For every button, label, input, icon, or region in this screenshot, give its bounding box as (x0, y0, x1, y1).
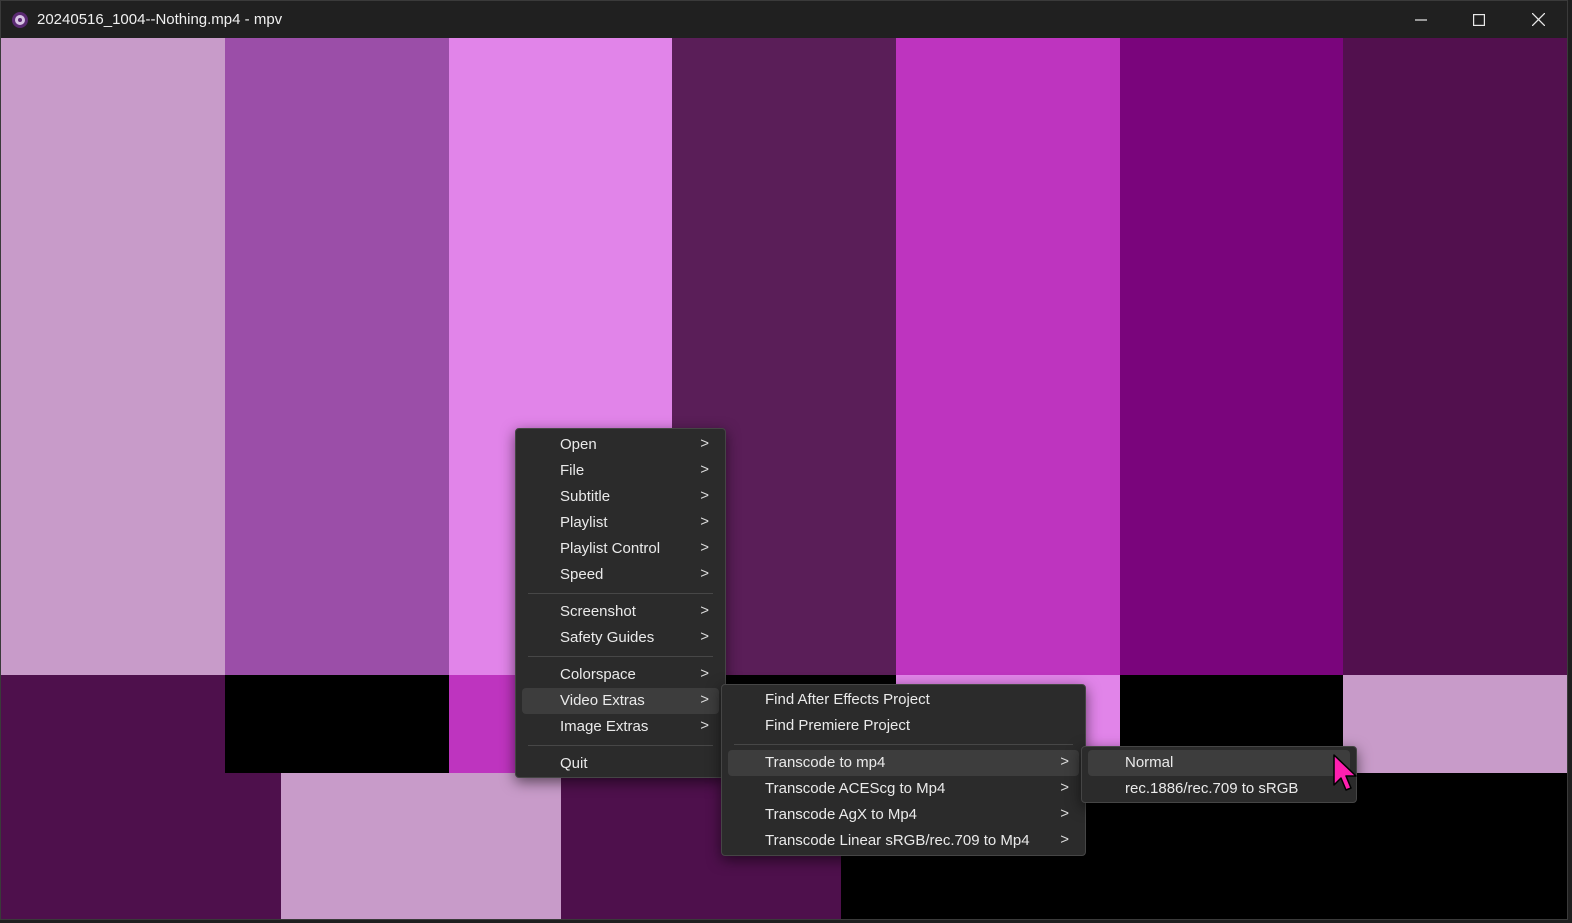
color-bar-top-2 (225, 38, 449, 675)
menu-item-label: Subtitle (560, 488, 611, 505)
color-bar-bottom-2 (281, 773, 561, 919)
context-menu: Open > File > Subtitle > Playlist > Playlist Con… (515, 428, 726, 778)
submenu-arrow-icon: > (700, 665, 709, 682)
menu-item-label: Safety Guides (560, 629, 655, 646)
video-extras-item-transcode-agx-to-mp4[interactable]: Transcode AgX to Mp4 > (728, 802, 1079, 828)
transcode-item-normal[interactable]: Normal (1088, 750, 1350, 776)
submenu-arrow-icon: > (700, 602, 709, 619)
menu-item-open[interactable]: Open > (522, 432, 719, 458)
video-extras-submenu: Find After Effects Project Find Premiere … (721, 684, 1086, 856)
video-extras-item-transcode-to-mp4[interactable]: Transcode to mp4 > (728, 750, 1079, 776)
mpv-app-icon (12, 12, 28, 28)
menu-item-file[interactable]: File > (522, 458, 719, 484)
video-extras-item-find-after-effects-project[interactable]: Find After Effects Project (728, 687, 1079, 713)
color-bar-top-1 (1, 38, 225, 675)
menu-item-playlist[interactable]: Playlist > (522, 510, 719, 536)
menu-item-label: rec.1886/rec.709 to sRGB (1125, 780, 1299, 797)
menu-item-safety-guides[interactable]: Safety Guides > (522, 625, 719, 651)
menu-item-screenshot[interactable]: Screenshot > (522, 599, 719, 625)
menu-item-subtitle[interactable]: Subtitle > (522, 484, 719, 510)
submenu-arrow-icon: > (700, 513, 709, 530)
minimize-button[interactable] (1392, 1, 1450, 38)
submenu-arrow-icon: > (1060, 805, 1069, 822)
menu-item-colorspace[interactable]: Colorspace > (522, 662, 719, 688)
menu-item-label: Transcode AgX to Mp4 (765, 806, 918, 823)
menu-item-video-extras[interactable]: Video Extras > (522, 688, 719, 714)
menu-item-label: Colorspace (560, 666, 636, 683)
menu-item-image-extras[interactable]: Image Extras > (522, 714, 719, 740)
color-bar-top-6 (1120, 38, 1343, 675)
submenu-arrow-icon: > (700, 691, 709, 708)
menu-separator (734, 744, 1073, 745)
maximize-button[interactable] (1450, 1, 1508, 38)
submenu-arrow-icon: > (700, 565, 709, 582)
submenu-arrow-icon: > (1060, 779, 1069, 796)
menu-item-label: Find Premiere Project (765, 717, 911, 734)
window-title: 20240516_1004--Nothing.mp4 - mpv (37, 11, 283, 28)
menu-item-label: Transcode ACEScg to Mp4 (765, 780, 946, 797)
menu-item-label: Video Extras (560, 692, 645, 709)
color-bar-middle-7 (1343, 675, 1567, 773)
mouse-cursor-icon (1333, 754, 1357, 791)
close-icon (1531, 13, 1545, 26)
menu-item-label: Image Extras (560, 718, 649, 735)
submenu-arrow-icon: > (700, 461, 709, 478)
menu-separator (528, 593, 713, 594)
video-extras-item-transcode-linear-srgb-rec-709-to-mp4[interactable]: Transcode Linear sRGB/rec.709 to Mp4 > (728, 828, 1079, 854)
submenu-arrow-icon: > (700, 717, 709, 734)
color-bar-middle-1 (1, 675, 225, 773)
menu-item-label: Transcode to mp4 (765, 754, 886, 771)
menu-item-speed[interactable]: Speed > (522, 562, 719, 588)
submenu-arrow-icon: > (1060, 753, 1069, 770)
video-extras-item-transcode-acescg-to-mp4[interactable]: Transcode ACEScg to Mp4 > (728, 776, 1079, 802)
close-button[interactable] (1509, 1, 1567, 38)
menu-item-label: Quit (560, 755, 588, 772)
menu-separator (528, 656, 713, 657)
menu-item-playlist-control[interactable]: Playlist Control > (522, 536, 719, 562)
submenu-arrow-icon: > (700, 628, 709, 645)
menu-item-label: Transcode Linear sRGB/rec.709 to Mp4 (765, 832, 1030, 849)
menu-item-label: Normal (1125, 754, 1174, 771)
menu-item-label: Playlist (560, 514, 608, 531)
color-bar-top-7 (1343, 38, 1567, 675)
title-bar[interactable]: 20240516_1004--Nothing.mp4 - mpv (1, 1, 1567, 38)
maximize-icon (1473, 13, 1485, 26)
minimize-icon (1415, 18, 1427, 21)
submenu-arrow-icon: > (700, 487, 709, 504)
color-bar-top-5 (896, 38, 1120, 675)
menu-separator (528, 745, 713, 746)
menu-item-label: File (560, 462, 585, 479)
color-bar-bottom-1 (1, 773, 281, 919)
submenu-arrow-icon: > (1060, 831, 1069, 848)
menu-item-label: Screenshot (560, 603, 636, 620)
menu-item-quit[interactable]: Quit (522, 751, 719, 777)
submenu-arrow-icon: > (700, 435, 709, 452)
transcode-submenu: Normal rec.1886/rec.709 to sRGB (1081, 746, 1357, 803)
menu-item-label: Speed (560, 566, 604, 583)
submenu-arrow-icon: > (700, 539, 709, 556)
menu-item-label: Playlist Control (560, 540, 661, 557)
transcode-item-rec-1886-rec-709-to-srgb[interactable]: rec.1886/rec.709 to sRGB (1088, 776, 1350, 802)
menu-item-label: Open (560, 436, 597, 453)
menu-item-label: Find After Effects Project (765, 691, 930, 708)
video-extras-item-find-premiere-project[interactable]: Find Premiere Project (728, 713, 1079, 739)
color-bar-middle-2 (225, 675, 449, 773)
